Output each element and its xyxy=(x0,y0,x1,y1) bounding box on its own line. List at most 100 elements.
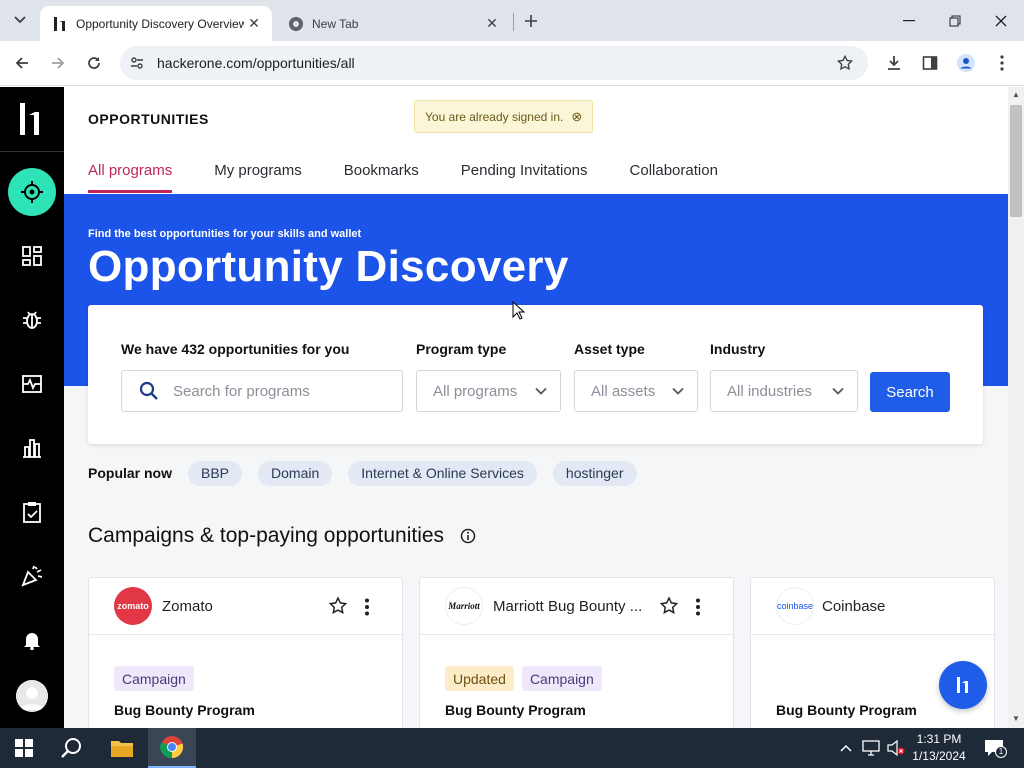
forward-button[interactable] xyxy=(44,49,72,77)
industry-value: All industries xyxy=(727,382,813,400)
tab-search-button[interactable] xyxy=(6,7,34,33)
campaign-tag: Campaign xyxy=(521,666,602,691)
tab-collaboration[interactable]: Collaboration xyxy=(630,159,718,194)
coinbase-logo: coinbase xyxy=(776,587,814,625)
tab-bookmarks[interactable]: Bookmarks xyxy=(344,159,419,194)
side-panel-icon[interactable] xyxy=(916,49,944,77)
scrollbar-thumb[interactable] xyxy=(1010,105,1022,217)
bookmark-star-icon[interactable] xyxy=(328,596,348,616)
close-window-button[interactable] xyxy=(978,0,1024,41)
asset-type-value: All assets xyxy=(591,382,656,400)
file-explorer-button[interactable] xyxy=(98,728,146,768)
dashboard-icon xyxy=(22,246,42,266)
hackerone-icon xyxy=(957,677,968,693)
search-button[interactable]: Search xyxy=(870,372,950,412)
industry-label: Industry xyxy=(710,341,766,357)
program-name[interactable]: Coinbase xyxy=(822,598,982,615)
hackerone-logo[interactable] xyxy=(18,101,46,137)
hackerone-favicon-icon xyxy=(52,16,68,32)
sidebar-item-tasks[interactable] xyxy=(8,488,56,536)
more-options-icon[interactable] xyxy=(693,598,703,616)
new-tab-button[interactable] xyxy=(520,10,542,32)
popular-chip-internet-services[interactable]: Internet & Online Services xyxy=(348,460,537,486)
restore-button[interactable] xyxy=(932,0,978,41)
site-info-icon[interactable] xyxy=(124,50,150,76)
network-icon[interactable] xyxy=(861,738,881,758)
bookmark-star-icon[interactable] xyxy=(830,48,860,78)
scroll-up-arrow-icon[interactable]: ▲ xyxy=(1011,90,1021,100)
search-placeholder: Search for programs xyxy=(173,382,310,400)
page-header: OPPORTUNITIES You are already signed in.… xyxy=(64,87,1008,194)
browser-menu-icon[interactable] xyxy=(988,49,1016,77)
info-icon[interactable] xyxy=(460,528,476,544)
volume-muted-icon[interactable] xyxy=(886,738,906,758)
popular-chip-bbp[interactable]: BBP xyxy=(188,460,243,486)
start-button[interactable] xyxy=(0,728,48,768)
download-icon[interactable] xyxy=(880,49,908,77)
sidebar-item-opportunities[interactable] xyxy=(8,168,56,216)
bookmark-star-icon[interactable] xyxy=(659,596,679,616)
sidebar-item-analytics[interactable] xyxy=(8,424,56,472)
minimize-button[interactable] xyxy=(886,0,932,41)
back-button[interactable] xyxy=(8,49,36,77)
program-type: Bug Bounty Program xyxy=(776,702,917,718)
search-input[interactable]: Search for programs xyxy=(121,370,403,412)
reload-button[interactable] xyxy=(80,49,108,77)
hackerone-assistant-button[interactable] xyxy=(939,661,987,709)
sidebar-item-activity[interactable] xyxy=(8,360,56,408)
campaign-tag: Campaign xyxy=(114,666,194,691)
notification-count: 1 xyxy=(995,746,1007,758)
url-text[interactable]: hackerone.com/opportunities/all xyxy=(157,55,830,71)
close-tab-icon[interactable]: ✕ xyxy=(244,14,264,34)
marriott-logo: Marriott xyxy=(445,587,483,625)
sidebar-item-reports[interactable] xyxy=(8,296,56,344)
program-type: Bug Bounty Program xyxy=(114,702,255,718)
tab-pending-invitations[interactable]: Pending Invitations xyxy=(461,159,588,194)
program-card-marriott[interactable]: Marriott Marriott Bug Bounty ... Updated… xyxy=(419,577,734,728)
hero-title: Opportunity Discovery xyxy=(88,242,569,291)
program-type-value: All programs xyxy=(433,382,518,400)
chrome-taskbar-button[interactable] xyxy=(148,728,196,768)
bell-icon xyxy=(24,633,40,650)
tab-new-tab[interactable]: New Tab ✕ xyxy=(278,6,510,41)
notifications-icon[interactable]: 1 xyxy=(982,738,1007,758)
scroll-down-arrow-icon[interactable]: ▼ xyxy=(1011,714,1021,724)
address-bar[interactable]: hackerone.com/opportunities/all xyxy=(120,46,868,80)
popular-chip-domain[interactable]: Domain xyxy=(258,460,333,486)
program-type-label: Program type xyxy=(416,341,507,357)
sidebar-item-events[interactable] xyxy=(8,552,56,600)
close-tab-icon[interactable]: ✕ xyxy=(482,14,502,34)
tab-opportunity-discovery[interactable]: Opportunity Discovery Overview ✕ xyxy=(40,6,272,41)
program-name[interactable]: Zomato xyxy=(162,598,322,615)
campaigns-title-text: Campaigns & top-paying opportunities xyxy=(88,524,445,547)
more-options-icon[interactable] xyxy=(362,598,372,616)
show-hidden-icons-icon[interactable] xyxy=(836,738,856,758)
program-type-select[interactable]: All programs xyxy=(416,370,561,412)
browser-toolbar: hackerone.com/opportunities/all xyxy=(0,41,1024,86)
campaigns-section-title: Campaigns & top-paying opportunities xyxy=(88,524,476,548)
sidebar-item-dashboard[interactable] xyxy=(8,232,56,280)
sidebar-item-notifications[interactable] xyxy=(8,616,56,664)
browser-tab-strip: Opportunity Discovery Overview ✕ New Tab… xyxy=(0,0,1024,41)
chrome-icon xyxy=(160,736,184,759)
tab-divider xyxy=(513,13,514,31)
signed-in-notice: You are already signed in. ⊗ xyxy=(414,100,594,133)
page-viewport: OPPORTUNITIES You are already signed in.… xyxy=(0,87,1024,728)
party-popper-icon xyxy=(21,565,43,587)
clipboard-check-icon xyxy=(23,502,41,523)
asset-type-select[interactable]: All assets xyxy=(574,370,698,412)
program-type: Bug Bounty Program xyxy=(445,702,586,718)
page-scrollbar[interactable]: ▲ ▼ xyxy=(1008,87,1024,728)
industry-select[interactable]: All industries xyxy=(710,370,858,412)
page-label: OPPORTUNITIES xyxy=(88,111,209,127)
program-card-zomato[interactable]: zomato Zomato Campaign Bug Bounty Progra… xyxy=(88,577,403,728)
taskbar-search-button[interactable] xyxy=(48,728,96,768)
user-avatar[interactable] xyxy=(16,680,48,712)
system-clock[interactable]: 1:31 PM 1/13/2024 xyxy=(908,731,970,765)
dismiss-notice-icon[interactable]: ⊗ xyxy=(571,109,582,125)
popular-chip-hostinger[interactable]: hostinger xyxy=(552,460,637,486)
tab-all-programs[interactable]: All programs xyxy=(88,159,173,194)
tab-my-programs[interactable]: My programs xyxy=(214,159,302,194)
program-name[interactable]: Marriott Bug Bounty ... xyxy=(493,598,653,615)
profile-icon[interactable] xyxy=(952,49,980,77)
